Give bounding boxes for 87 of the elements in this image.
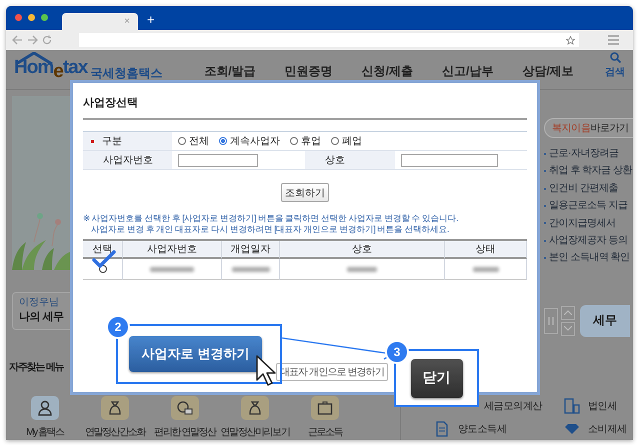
column-header: 상호 xyxy=(280,241,445,259)
pause-icon[interactable] xyxy=(548,316,554,325)
column-header: 상태 xyxy=(445,241,527,259)
menu-label[interactable]: 근로소득 xyxy=(308,425,342,439)
nav-item[interactable]: 조회/발급 xyxy=(204,63,256,80)
tax-menu-link[interactable]: 법인세 xyxy=(588,399,618,413)
menu-tile[interactable] xyxy=(241,396,269,420)
change-business-button[interactable]: 사업자로 변경하기 xyxy=(129,336,262,372)
menu-tile[interactable] xyxy=(31,396,59,420)
field-label: 구분 xyxy=(102,135,122,148)
notice-text: 사업자로 변경 후 개인 대표자로 다시 변경하려면 [대표자 개인으로 변경하기] 버튼을 선택하세요. xyxy=(90,224,450,235)
quick-link[interactable]: 근로·자녀장려금 xyxy=(544,145,633,162)
radio-button[interactable] xyxy=(178,137,186,145)
column-header: 선택 xyxy=(83,241,123,259)
tax-menu-link[interactable]: 세금모의계산 xyxy=(484,399,542,413)
tax-menu-link[interactable]: 양도소득세 xyxy=(458,422,507,436)
pause-button[interactable] xyxy=(544,308,558,334)
menu-tile[interactable] xyxy=(311,396,339,420)
radio-label[interactable]: 전체 xyxy=(189,134,209,148)
bag-icon xyxy=(247,400,263,416)
field-label: 상호 xyxy=(325,154,345,167)
quick-link[interactable]: 취업 후 학자금 상환 xyxy=(544,162,633,180)
site-name: 국세청홈택스 xyxy=(90,65,162,82)
nav-item[interactable]: 상담/제보 xyxy=(522,63,574,80)
radio-button[interactable] xyxy=(290,137,298,145)
tax-menu-link[interactable]: 소비제세 xyxy=(588,422,627,436)
section-title: 자주찾는 메뉴 xyxy=(9,361,65,374)
nav-item[interactable]: 신고/납부 xyxy=(442,63,494,80)
radio-button[interactable] xyxy=(98,265,106,273)
briefcase-icon xyxy=(317,400,333,416)
menu-label[interactable]: 편리한 연말정산 xyxy=(154,425,216,439)
forward-icon[interactable] xyxy=(27,35,38,45)
radio-label[interactable]: 계속사업자 xyxy=(230,134,280,148)
input-field[interactable] xyxy=(401,154,498,166)
quick-link[interactable]: 인건비 간편제출 xyxy=(544,180,633,198)
gem-icon xyxy=(564,422,580,434)
required-mark-icon xyxy=(91,140,94,142)
menu-icon[interactable] xyxy=(608,35,619,45)
reload-icon[interactable] xyxy=(42,35,52,45)
menu-tile[interactable] xyxy=(101,396,129,420)
quick-link[interactable]: 사업장제공자 등의 xyxy=(544,232,633,250)
maximize-window-button[interactable] xyxy=(41,14,48,21)
minimize-window-button[interactable] xyxy=(28,14,35,21)
query-button[interactable]: 조회하기 xyxy=(281,183,329,202)
radio-button[interactable] xyxy=(219,137,227,145)
menu-label[interactable]: 연말정산간소화 xyxy=(84,425,146,439)
star-icon[interactable] xyxy=(566,36,575,44)
down-button[interactable] xyxy=(561,322,575,336)
welfare-link[interactable]: 복지이음바로가기 xyxy=(544,118,633,138)
dialog-title: 사업장선택 xyxy=(83,95,527,120)
blurred-text xyxy=(472,266,498,272)
up-button[interactable] xyxy=(561,306,575,320)
menu-label[interactable]: My 홈택스 xyxy=(26,425,64,439)
quick-link[interactable]: 일용근로소득 지급 xyxy=(544,197,633,215)
cursor-icon xyxy=(256,355,276,387)
close-window-button[interactable] xyxy=(15,14,22,21)
blurred-text xyxy=(150,266,194,272)
person-icon xyxy=(37,400,53,416)
nav-item[interactable]: 신청/제출 xyxy=(362,63,413,80)
search-button[interactable]: 검색 xyxy=(605,52,625,79)
address-field[interactable] xyxy=(79,33,579,47)
nav-item[interactable]: 민원증명 xyxy=(284,63,333,80)
radio-label[interactable]: 휴업 xyxy=(301,134,321,148)
quick-link[interactable]: 본인 소득내역 확인 xyxy=(544,249,633,267)
chat-icon xyxy=(177,400,193,416)
card-title: 나의 세무 xyxy=(19,310,65,325)
tax-button[interactable]: 세무 xyxy=(580,304,630,337)
document-icon xyxy=(434,420,450,436)
building-icon xyxy=(564,398,580,414)
user-name: 이정우님 xyxy=(19,297,60,309)
field-label: 사업자번호 xyxy=(103,154,153,167)
back-icon[interactable] xyxy=(12,35,23,45)
input-field[interactable] xyxy=(178,154,258,166)
column-header: 사업자번호 xyxy=(123,241,222,259)
menu-label[interactable]: 연말정산미리보기 xyxy=(220,425,290,439)
close-button[interactable]: 닫기 xyxy=(410,358,462,398)
new-tab-button[interactable]: + xyxy=(147,13,155,27)
column-header: 개업일자 xyxy=(222,241,280,259)
blurred-text xyxy=(232,266,270,272)
menu-tile[interactable] xyxy=(171,396,199,420)
quick-link[interactable]: 간이지급명세서 xyxy=(544,214,633,232)
radio-button[interactable] xyxy=(331,137,339,145)
bag-icon xyxy=(107,400,123,416)
search-icon[interactable] xyxy=(610,52,620,63)
blurred-text xyxy=(347,266,377,272)
notice-text: ※ 사업자번호를 선택한 후 [사업자로 변경하기] 버튼을 클릭하면 선택한 사업자로 변경할 수 있습니다. xyxy=(83,213,460,224)
radio-label[interactable]: 폐업 xyxy=(342,134,362,148)
